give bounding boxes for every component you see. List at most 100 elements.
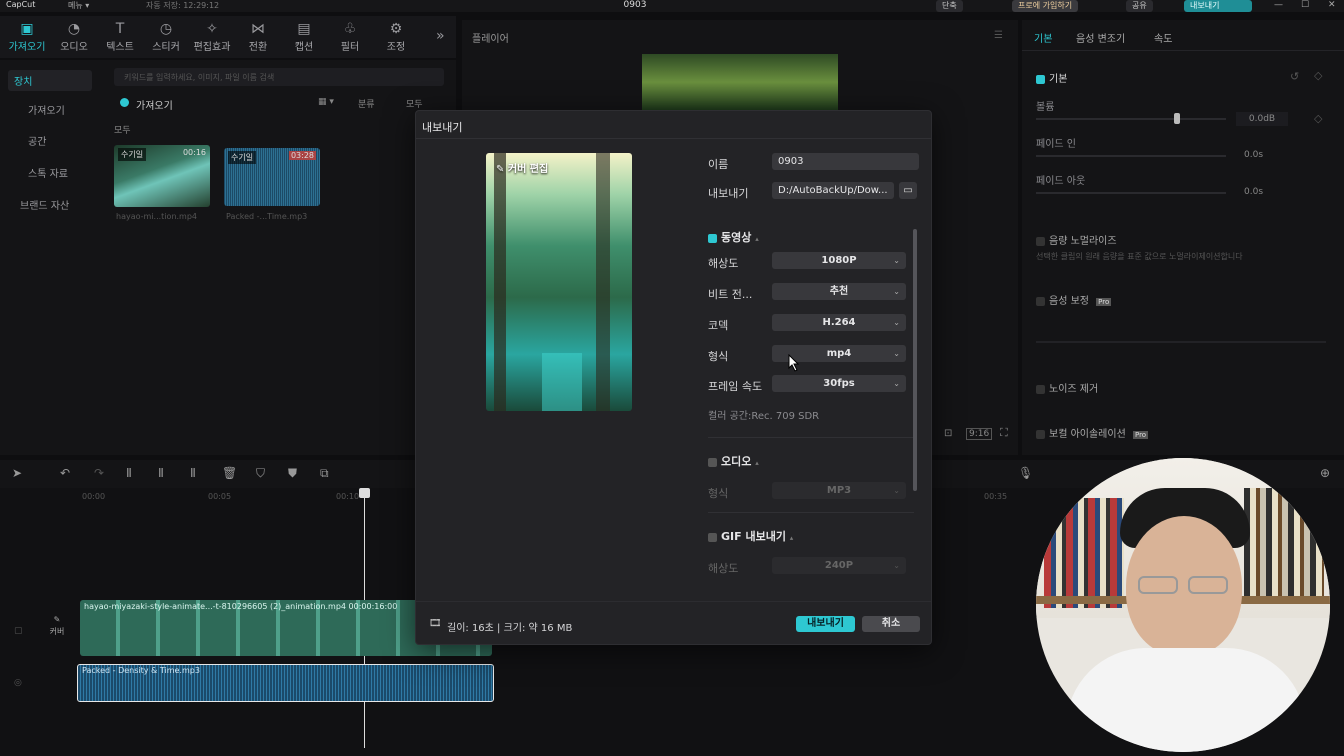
enhance-slider[interactable]: [1036, 341, 1326, 343]
export-top-button[interactable]: 내보내기: [1184, 0, 1252, 12]
nav-space[interactable]: 공간: [28, 133, 46, 148]
tool-text[interactable]: T 텍스트: [97, 20, 143, 53]
tool-transition[interactable]: ⋈ 전환: [235, 20, 281, 53]
shortcut-button[interactable]: 단축: [936, 0, 963, 12]
codec-select[interactable]: H.264 ⌄: [772, 314, 906, 331]
checkbox-icon[interactable]: [1036, 236, 1045, 246]
select-tool-icon[interactable]: ➤: [12, 466, 22, 480]
split-right-icon[interactable]: Ⅱ: [190, 466, 196, 480]
tab-voice-changer[interactable]: 음성 변조기: [1076, 30, 1125, 45]
gif-section-toggle[interactable]: GIF 내보내기 ▴: [708, 528, 793, 544]
fps-select[interactable]: 30fps ⌄: [772, 375, 906, 392]
section-basic[interactable]: 기본: [1036, 70, 1067, 85]
dialog-scrollbar[interactable]: [913, 229, 917, 491]
playhead-handle[interactable]: [359, 488, 370, 498]
gif-resolution-select[interactable]: 240P ⌄: [772, 557, 906, 574]
media-search-input[interactable]: 키워드를 입력하세요, 이미지, 파일 이름 검색: [114, 68, 444, 86]
cover-label: 커버: [49, 627, 65, 636]
cancel-button[interactable]: 취소: [862, 616, 920, 632]
folder-icon[interactable]: ▭: [899, 182, 917, 199]
media-item[interactable]: 수기일 03:28: [224, 148, 320, 206]
checkbox-icon[interactable]: [1036, 296, 1045, 306]
tool-audio[interactable]: ◔ 오디오: [51, 20, 97, 53]
tool-effects[interactable]: ✧ 편집효과: [189, 20, 235, 53]
video-section-toggle[interactable]: 동영상 ▴: [708, 229, 759, 245]
checkbox-icon[interactable]: [1036, 384, 1045, 394]
minimize-icon[interactable]: —: [1274, 0, 1283, 10]
undo-icon[interactable]: ↶: [60, 466, 70, 480]
media-filename: Packed -...Time.mp3: [226, 212, 308, 221]
microphone-icon[interactable]: 🎙: [1018, 466, 1033, 480]
checkbox-icon[interactable]: [708, 457, 717, 467]
checkbox-icon[interactable]: [708, 233, 717, 243]
maximize-icon[interactable]: ☐: [1301, 0, 1309, 10]
tool-sticker[interactable]: ◷ 스티커: [143, 20, 189, 53]
collapse-icon[interactable]: ▴: [755, 235, 759, 243]
filter-button[interactable]: 모두: [406, 97, 423, 110]
player-menu-icon[interactable]: ☰: [994, 30, 1003, 41]
split-left-icon[interactable]: Ⅱ: [158, 466, 164, 480]
media-item[interactable]: 수기일 00:16: [114, 145, 210, 207]
tool-captions[interactable]: ▤ 캡션: [281, 20, 327, 53]
track-lock-icon[interactable]: ▢: [14, 626, 23, 636]
reset-icon[interactable]: ↺: [1290, 70, 1299, 83]
export-button[interactable]: 내보내기: [796, 616, 855, 632]
tool-adjust[interactable]: ⚙ 조정: [373, 20, 419, 53]
volume-value[interactable]: 0.0dB: [1236, 112, 1288, 126]
checkbox-icon[interactable]: [708, 532, 717, 542]
keyframe-icon[interactable]: ◇: [1314, 112, 1322, 125]
mark-icon[interactable]: ⛉: [256, 466, 265, 481]
fullscreen-icon[interactable]: ⛶: [1000, 426, 1008, 440]
tab-speed[interactable]: 속도: [1154, 30, 1172, 45]
noise-toggle[interactable]: 노이즈 제거: [1036, 380, 1098, 395]
audio-section-toggle[interactable]: 오디오 ▴: [708, 453, 759, 469]
tool-filter[interactable]: ♧ 필터: [327, 20, 373, 53]
close-icon[interactable]: ✕: [1328, 0, 1336, 10]
split-icon[interactable]: Ⅱ: [126, 466, 132, 480]
enhance-toggle[interactable]: 음성 보정 Pro: [1036, 292, 1112, 307]
import-label[interactable]: 가져오기: [136, 97, 173, 112]
view-toggle-icon[interactable]: ▦ ▾: [318, 97, 334, 107]
checkbox-icon[interactable]: [1036, 74, 1045, 84]
cover-button[interactable]: ✎ 커버: [42, 614, 72, 644]
normalize-toggle[interactable]: 음량 노멀라이즈: [1036, 232, 1117, 247]
nav-device[interactable]: 장치: [8, 70, 92, 91]
fade-in-slider[interactable]: [1036, 155, 1226, 157]
keyframe-icon[interactable]: ◇: [1314, 69, 1322, 82]
sort-button[interactable]: 분류: [358, 97, 375, 110]
cover-edit-label[interactable]: ✎ 커버 편집: [496, 160, 548, 175]
audio-track-icon[interactable]: ◎: [14, 678, 22, 688]
audio-clip[interactable]: Packed - Density & Time.mp3: [77, 664, 494, 702]
main-menu[interactable]: 메뉴 ▾: [68, 0, 89, 11]
fade-out-value[interactable]: 0.0s: [1244, 187, 1263, 197]
path-input[interactable]: D:/AutoBackUp/Dow...: [772, 182, 894, 199]
checkbox-icon[interactable]: [1036, 429, 1045, 439]
audio-format-select[interactable]: MP3 ⌄: [772, 482, 906, 499]
fade-out-slider[interactable]: [1036, 192, 1226, 194]
redo-icon[interactable]: ↷: [94, 466, 104, 480]
name-input[interactable]: 0903: [772, 153, 919, 170]
volume-slider-handle[interactable]: [1174, 113, 1180, 124]
resolution-value: 1080P: [821, 255, 857, 266]
ratio-button[interactable]: 9:16: [966, 428, 993, 440]
delete-icon[interactable]: 🗑: [222, 466, 237, 480]
shield-icon[interactable]: ⛊: [288, 466, 297, 481]
screenshot-icon[interactable]: ⊡: [944, 428, 952, 439]
nav-stock[interactable]: 스톡 자료: [28, 165, 68, 180]
more-tools-icon[interactable]: »: [436, 28, 445, 44]
fade-in-value[interactable]: 0.0s: [1244, 150, 1263, 160]
share-button[interactable]: 공유: [1126, 0, 1153, 12]
nav-import[interactable]: 가져오기: [28, 102, 65, 117]
vocal-toggle[interactable]: 보컬 아이솔레이션 Pro: [1036, 425, 1149, 440]
bitrate-select[interactable]: 추천 ⌄: [772, 283, 906, 300]
nav-brand[interactable]: 브랜드 자산: [20, 197, 69, 212]
collapse-icon[interactable]: ▴: [755, 459, 759, 467]
resolution-select[interactable]: 1080P ⌄: [772, 252, 906, 269]
volume-slider[interactable]: [1036, 118, 1226, 120]
collapse-icon[interactable]: ▴: [790, 534, 794, 542]
tab-basic[interactable]: 기본: [1034, 30, 1052, 45]
tool-import[interactable]: ▣ 가져오기: [4, 20, 50, 53]
crop-icon[interactable]: ⧉: [320, 466, 329, 481]
cover-preview[interactable]: ✎ 커버 편집: [486, 153, 632, 411]
pro-join-button[interactable]: 프로에 가입하기: [1012, 0, 1079, 12]
